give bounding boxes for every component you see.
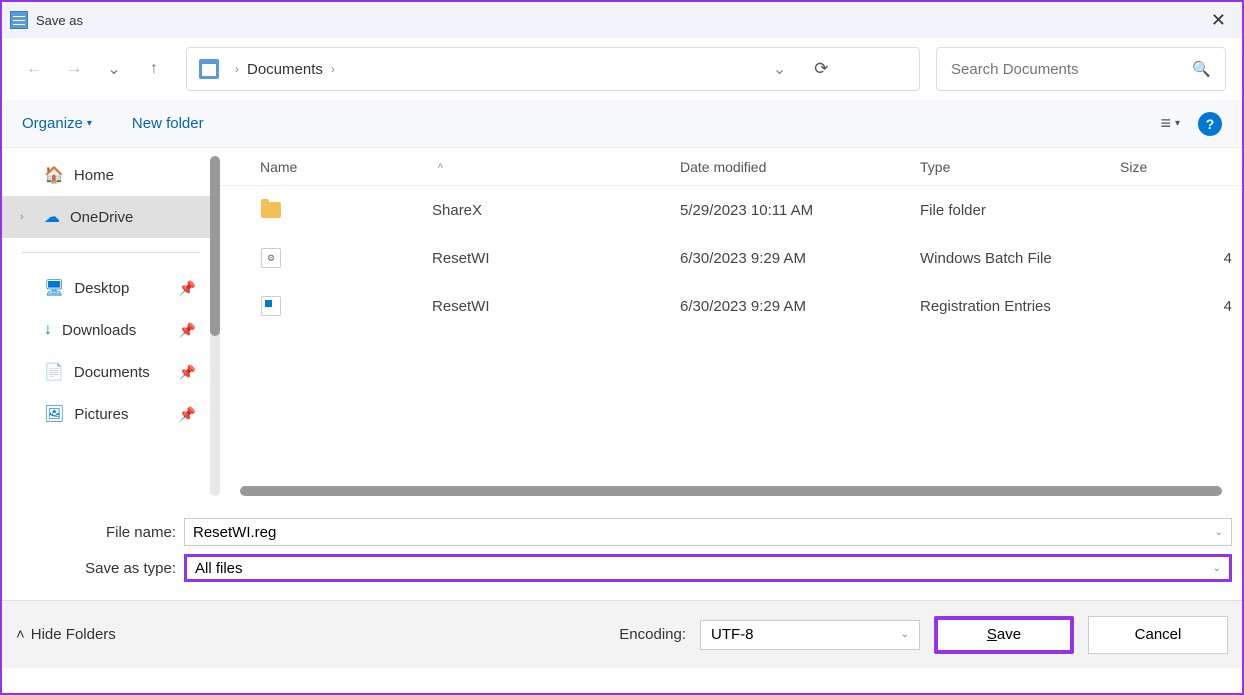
encoding-value: UTF-8 xyxy=(711,626,754,643)
column-size[interactable]: Size xyxy=(1120,159,1242,175)
sidebar-scrollbar[interactable] xyxy=(210,156,220,496)
saveas-type-select[interactable]: All files ⌄ xyxy=(184,554,1232,582)
hide-folders-button[interactable]: ˄ Hide Folders xyxy=(16,626,116,643)
view-options-button[interactable]: ≡▾ xyxy=(1160,113,1180,134)
chevron-up-icon: ˄ xyxy=(16,626,25,643)
file-name: ResetWI xyxy=(432,250,490,267)
sidebar-label: Downloads xyxy=(62,322,136,339)
refresh-button[interactable]: ⟳ xyxy=(814,59,828,79)
file-type: Windows Batch File xyxy=(920,250,1120,267)
desktop-icon: 🖥 xyxy=(44,278,64,298)
sidebar-item-downloads[interactable]: ↓ Downloads 📌 xyxy=(2,309,220,351)
sidebar-label: Desktop xyxy=(74,280,129,297)
pin-icon: 📌 xyxy=(179,280,196,297)
sidebar-label: OneDrive xyxy=(70,209,133,226)
search-icon[interactable]: 🔍 xyxy=(1192,60,1211,78)
notepad-icon xyxy=(10,11,28,29)
file-date: 5/29/2023 10:11 AM xyxy=(680,202,920,219)
downloads-icon: ↓ xyxy=(44,321,52,339)
file-type: File folder xyxy=(920,202,1120,219)
address-dropdown-icon[interactable]: ⌄ xyxy=(773,59,786,79)
sidebar: 🏠 Home › ☁ OneDrive 🖥 Desktop 📌 ↓ Downlo… xyxy=(2,148,220,504)
sidebar-divider xyxy=(22,252,200,253)
sort-indicator-icon: ˄ xyxy=(437,161,443,172)
navbar: ← → ⌄ ↑ › Documents › ⌄ ⟳ 🔍 xyxy=(2,38,1242,100)
file-date: 6/30/2023 9:29 AM xyxy=(680,250,920,267)
file-name: ResetWI xyxy=(432,298,490,315)
registry-file-icon xyxy=(260,295,282,317)
close-button[interactable]: ✕ xyxy=(1203,6,1234,35)
footer: ˄ Hide Folders Encoding: UTF-8 ⌄ Save Ca… xyxy=(2,600,1242,668)
encoding-label: Encoding: xyxy=(619,626,686,643)
pin-icon: 📌 xyxy=(179,406,196,423)
file-date: 6/30/2023 9:29 AM xyxy=(680,298,920,315)
chevron-down-icon[interactable]: ⌄ xyxy=(1215,527,1223,538)
file-list: Name˄ Date modified Type Size ShareX 5/2… xyxy=(220,148,1242,504)
save-inputs: File name: ResetWI.reg ⌄ Save as type: A… xyxy=(2,504,1242,600)
column-date[interactable]: Date modified xyxy=(680,159,920,175)
horizontal-scrollbar[interactable] xyxy=(240,486,1222,496)
saveas-label: Save as type: xyxy=(12,560,184,577)
chevron-right-icon[interactable]: › xyxy=(20,211,24,223)
pin-icon: 📌 xyxy=(179,364,196,381)
recent-dropdown[interactable]: ⌄ xyxy=(98,53,130,85)
encoding-select[interactable]: UTF-8 ⌄ xyxy=(700,620,920,650)
sidebar-item-home[interactable]: 🏠 Home xyxy=(2,154,220,196)
folder-icon xyxy=(260,199,282,221)
up-button[interactable]: ↑ xyxy=(138,53,170,85)
chevron-down-icon[interactable]: ⌄ xyxy=(1213,563,1221,574)
pin-icon: 📌 xyxy=(179,322,196,339)
sidebar-item-desktop[interactable]: 🖥 Desktop 📌 xyxy=(2,267,220,309)
file-row[interactable]: ResetWI 6/30/2023 9:29 AM Registration E… xyxy=(220,282,1242,330)
sidebar-label: Home xyxy=(74,167,114,184)
documents-icon: 📄 xyxy=(44,362,64,382)
chevron-right-icon: › xyxy=(235,62,239,76)
save-button[interactable]: Save xyxy=(934,616,1074,654)
sidebar-item-onedrive[interactable]: › ☁ OneDrive xyxy=(2,196,220,238)
back-button[interactable]: ← xyxy=(18,53,50,85)
organize-button[interactable]: Organize▾ xyxy=(22,115,92,132)
file-type: Registration Entries xyxy=(920,298,1120,315)
sidebar-item-documents[interactable]: 📄 Documents 📌 xyxy=(2,351,220,393)
file-row[interactable]: ShareX 5/29/2023 10:11 AM File folder xyxy=(220,186,1242,234)
chevron-down-icon[interactable]: ⌄ xyxy=(901,629,909,640)
saveas-value: All files xyxy=(195,560,243,577)
home-icon: 🏠 xyxy=(44,165,64,185)
column-headers: Name˄ Date modified Type Size xyxy=(220,148,1242,186)
cloud-icon: ☁ xyxy=(44,207,60,227)
batch-file-icon: ⚙ xyxy=(260,247,282,269)
forward-button[interactable]: → xyxy=(58,53,90,85)
save-label: ave xyxy=(997,626,1021,643)
search-input[interactable] xyxy=(951,61,1192,78)
hide-folders-label: Hide Folders xyxy=(31,626,116,643)
sidebar-label: Pictures xyxy=(74,406,128,423)
chevron-right-icon[interactable]: › xyxy=(331,62,335,76)
file-name: ShareX xyxy=(432,202,482,219)
filename-label: File name: xyxy=(12,524,184,541)
sidebar-label: Documents xyxy=(74,364,150,381)
sidebar-item-pictures[interactable]: 🖼 Pictures 📌 xyxy=(2,393,220,435)
search-box[interactable]: 🔍 xyxy=(936,47,1226,91)
filename-input[interactable]: ResetWI.reg ⌄ xyxy=(184,518,1232,546)
file-size: 4 xyxy=(1120,250,1242,267)
column-type[interactable]: Type xyxy=(920,159,1120,175)
address-bar[interactable]: › Documents › ⌄ ⟳ xyxy=(186,47,920,91)
new-folder-button[interactable]: New folder xyxy=(132,115,204,132)
cancel-button[interactable]: Cancel xyxy=(1088,616,1228,654)
toolbar: Organize▾ New folder ≡▾ ? xyxy=(2,100,1242,148)
window-title: Save as xyxy=(36,13,83,28)
location-icon xyxy=(199,59,219,79)
main-content: 🏠 Home › ☁ OneDrive 🖥 Desktop 📌 ↓ Downlo… xyxy=(2,148,1242,504)
address-location[interactable]: Documents xyxy=(247,61,323,78)
filename-value: ResetWI.reg xyxy=(193,524,276,541)
titlebar: Save as ✕ xyxy=(2,2,1242,38)
file-row[interactable]: ⚙ ResetWI 6/30/2023 9:29 AM Windows Batch… xyxy=(220,234,1242,282)
column-name[interactable]: Name˄ xyxy=(260,159,680,175)
pictures-icon: 🖼 xyxy=(44,404,64,424)
help-button[interactable]: ? xyxy=(1198,112,1222,136)
file-size: 4 xyxy=(1120,298,1242,315)
